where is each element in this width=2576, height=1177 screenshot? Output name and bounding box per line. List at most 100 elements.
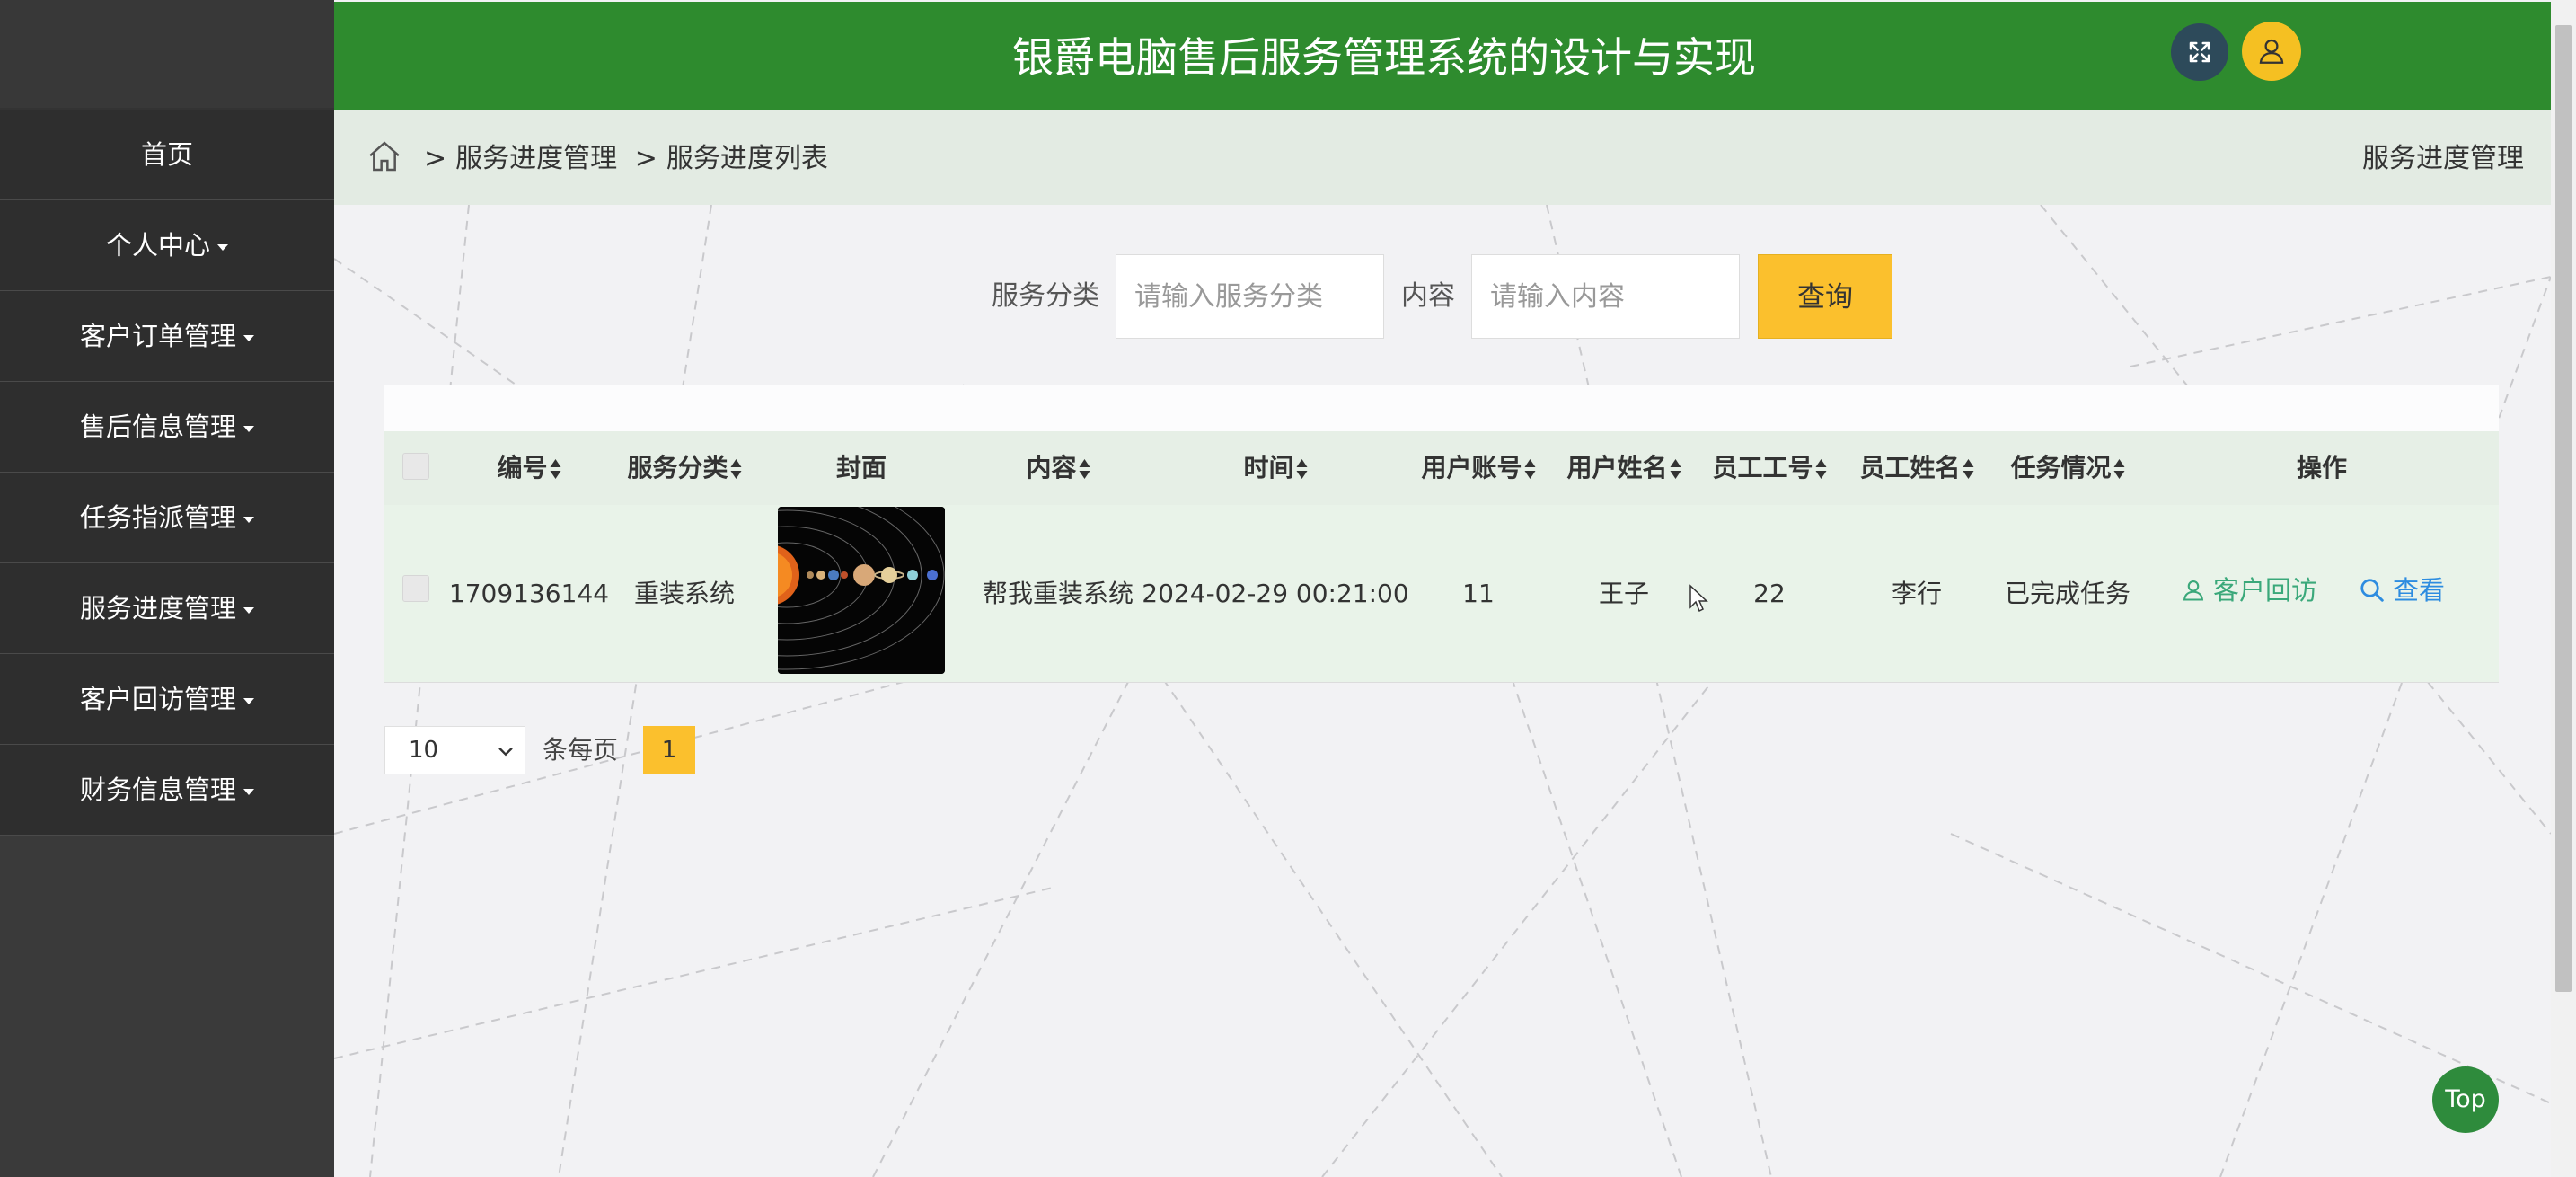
column-header-employee-no[interactable]: 员工工号: [1712, 431, 1827, 505]
service-category-input[interactable]: [1116, 254, 1384, 339]
breadcrumb-separator: >: [634, 143, 657, 174]
caret-down-icon: [243, 425, 254, 432]
page-size-select[interactable]: 10: [384, 726, 525, 774]
view-link[interactable]: 查看: [2359, 505, 2445, 676]
mouse-cursor-icon: [1689, 584, 1708, 613]
column-header-label: 任务情况: [2010, 453, 2112, 482]
column-header-label: 用户姓名: [1566, 453, 1668, 482]
sidebar-item-label: 任务指派管理: [79, 502, 236, 533]
select-all-checkbox[interactable]: [402, 453, 429, 480]
breadcrumb: > 服务进度管理 > 服务进度列表: [415, 110, 828, 208]
table-toolbar: [384, 385, 2499, 431]
cover-image[interactable]: [778, 507, 945, 674]
service-category-label: 服务分类: [992, 280, 1099, 312]
cell-user-account: 11: [1462, 579, 1495, 608]
sort-icon: [1524, 458, 1536, 480]
customer-revisit-link[interactable]: 客户回访: [2181, 505, 2317, 676]
sidebar-logo-area: [0, 0, 334, 110]
section-title: 服务进度管理: [2362, 143, 2524, 174]
expand-icon: [2189, 41, 2210, 63]
search-icon: [2360, 579, 2384, 602]
sort-icon: [730, 458, 742, 480]
breadcrumb-item-list: 服务进度列表: [666, 143, 828, 174]
sort-icon: [1963, 458, 1974, 480]
sort-icon: [1079, 458, 1090, 480]
cell-id: 1709136144: [448, 579, 610, 608]
vertical-scrollbar[interactable]: [2551, 0, 2576, 1177]
top-header: 银爵电脑售后服务管理系统的设计与实现: [334, 2, 2551, 110]
cell-category: 重装系统: [633, 579, 736, 608]
solar-system-image: [778, 507, 945, 674]
sidebar-item-customer-revisit[interactable]: 客户回访管理: [0, 654, 334, 745]
sidebar-item-label: 客户回访管理: [79, 684, 236, 714]
table-row: 1709136144 重装系统 帮我重装系统 2024-02-29 00:21:…: [384, 505, 2499, 683]
sidebar-item-home[interactable]: 首页: [0, 110, 334, 200]
column-header-label: 员工工号: [1712, 453, 1813, 482]
sidebar-item-service-progress[interactable]: 服务进度管理: [0, 563, 334, 654]
breadcrumb-separator: >: [424, 143, 447, 174]
column-header-user-name[interactable]: 用户姓名: [1566, 431, 1681, 505]
page-size-value: 10: [409, 737, 439, 764]
content-input[interactable]: [1471, 254, 1740, 339]
home-icon[interactable]: [366, 138, 402, 174]
sort-icon: [550, 458, 561, 480]
column-header-content[interactable]: 内容: [1026, 431, 1090, 505]
column-header-task-status[interactable]: 任务情况: [2010, 431, 2125, 505]
user-icon: [2183, 580, 2204, 601]
user-profile-button[interactable]: [2242, 22, 2301, 81]
sidebar-item-label: 首页: [140, 139, 193, 170]
sidebar-item-customer-orders[interactable]: 客户订单管理: [0, 291, 334, 382]
column-header-label: 操作: [2296, 453, 2348, 482]
customer-revisit-label: 客户回访: [2213, 575, 2318, 606]
cell-employee-name: 李行: [1891, 579, 1943, 608]
column-header-label: 用户账号: [1421, 453, 1522, 482]
caret-down-icon: [243, 788, 254, 795]
caret-down-icon: [243, 334, 254, 341]
column-header-label: 内容: [1026, 453, 1077, 482]
column-header-category[interactable]: 服务分类: [627, 431, 742, 505]
sidebar: 首页 个人中心 客户订单管理 售后信息管理 任务指派管理 服务进度管理 客户回访…: [0, 0, 334, 1177]
search-button[interactable]: 查询: [1758, 254, 1892, 339]
column-header-label: 编号: [497, 453, 548, 482]
sidebar-item-label: 客户订单管理: [79, 321, 236, 351]
page-size-label: 条每页: [543, 735, 619, 765]
column-header-time[interactable]: 时间: [1243, 431, 1308, 505]
column-header-user-account[interactable]: 用户账号: [1421, 431, 1536, 505]
caret-down-icon: [243, 697, 254, 704]
sort-icon: [2113, 458, 2125, 480]
column-header-actions: 操作: [2297, 431, 2347, 505]
sort-icon: [1815, 458, 1827, 480]
column-header-label: 员工姓名: [1859, 453, 1961, 482]
sort-icon: [1670, 458, 1681, 480]
sidebar-item-label: 个人中心: [105, 230, 210, 261]
sort-icon: [1296, 458, 1308, 480]
column-header-employee-name[interactable]: 员工姓名: [1859, 431, 1974, 505]
sidebar-item-after-sales-info[interactable]: 售后信息管理: [0, 382, 334, 473]
sidebar-item-task-assignment[interactable]: 任务指派管理: [0, 473, 334, 563]
column-header-id[interactable]: 编号: [497, 431, 561, 505]
view-label: 查看: [2393, 575, 2446, 606]
back-to-top-button[interactable]: Top: [2432, 1066, 2499, 1133]
cell-time: 2024-02-29 00:21:00: [1142, 579, 1409, 608]
table-header-row: 编号 服务分类 封面 内容 时间 用户账号 用户姓名 员工工号 员工姓名 任务情…: [384, 431, 2499, 505]
breadcrumb-item-service-progress[interactable]: 服务进度管理: [455, 143, 617, 174]
cell-user-name: 王子: [1598, 579, 1650, 608]
column-header-label: 服务分类: [627, 453, 728, 482]
column-header-label: 时间: [1243, 453, 1294, 482]
row-checkbox[interactable]: [402, 575, 429, 602]
caret-down-icon: [243, 606, 254, 614]
caret-down-icon: [217, 243, 228, 251]
page-button-current[interactable]: 1: [643, 726, 695, 774]
data-table: 编号 服务分类 封面 内容 时间 用户账号 用户姓名 员工工号 员工姓名 任务情…: [384, 385, 2499, 683]
sidebar-item-personal-center[interactable]: 个人中心: [0, 200, 334, 291]
sidebar-item-label: 财务信息管理: [79, 774, 236, 805]
caret-down-icon: [243, 516, 254, 523]
background-decoration: [334, 205, 2551, 1177]
fullscreen-button[interactable]: [2171, 23, 2228, 81]
column-header-label: 封面: [835, 453, 887, 482]
breadcrumb-bar: > 服务进度管理 > 服务进度列表 服务进度管理: [334, 110, 2551, 205]
sidebar-item-label: 服务进度管理: [79, 593, 236, 624]
sidebar-item-label: 售后信息管理: [79, 412, 236, 442]
sidebar-item-finance-info[interactable]: 财务信息管理: [0, 745, 334, 836]
scrollbar-thumb[interactable]: [2555, 25, 2572, 992]
